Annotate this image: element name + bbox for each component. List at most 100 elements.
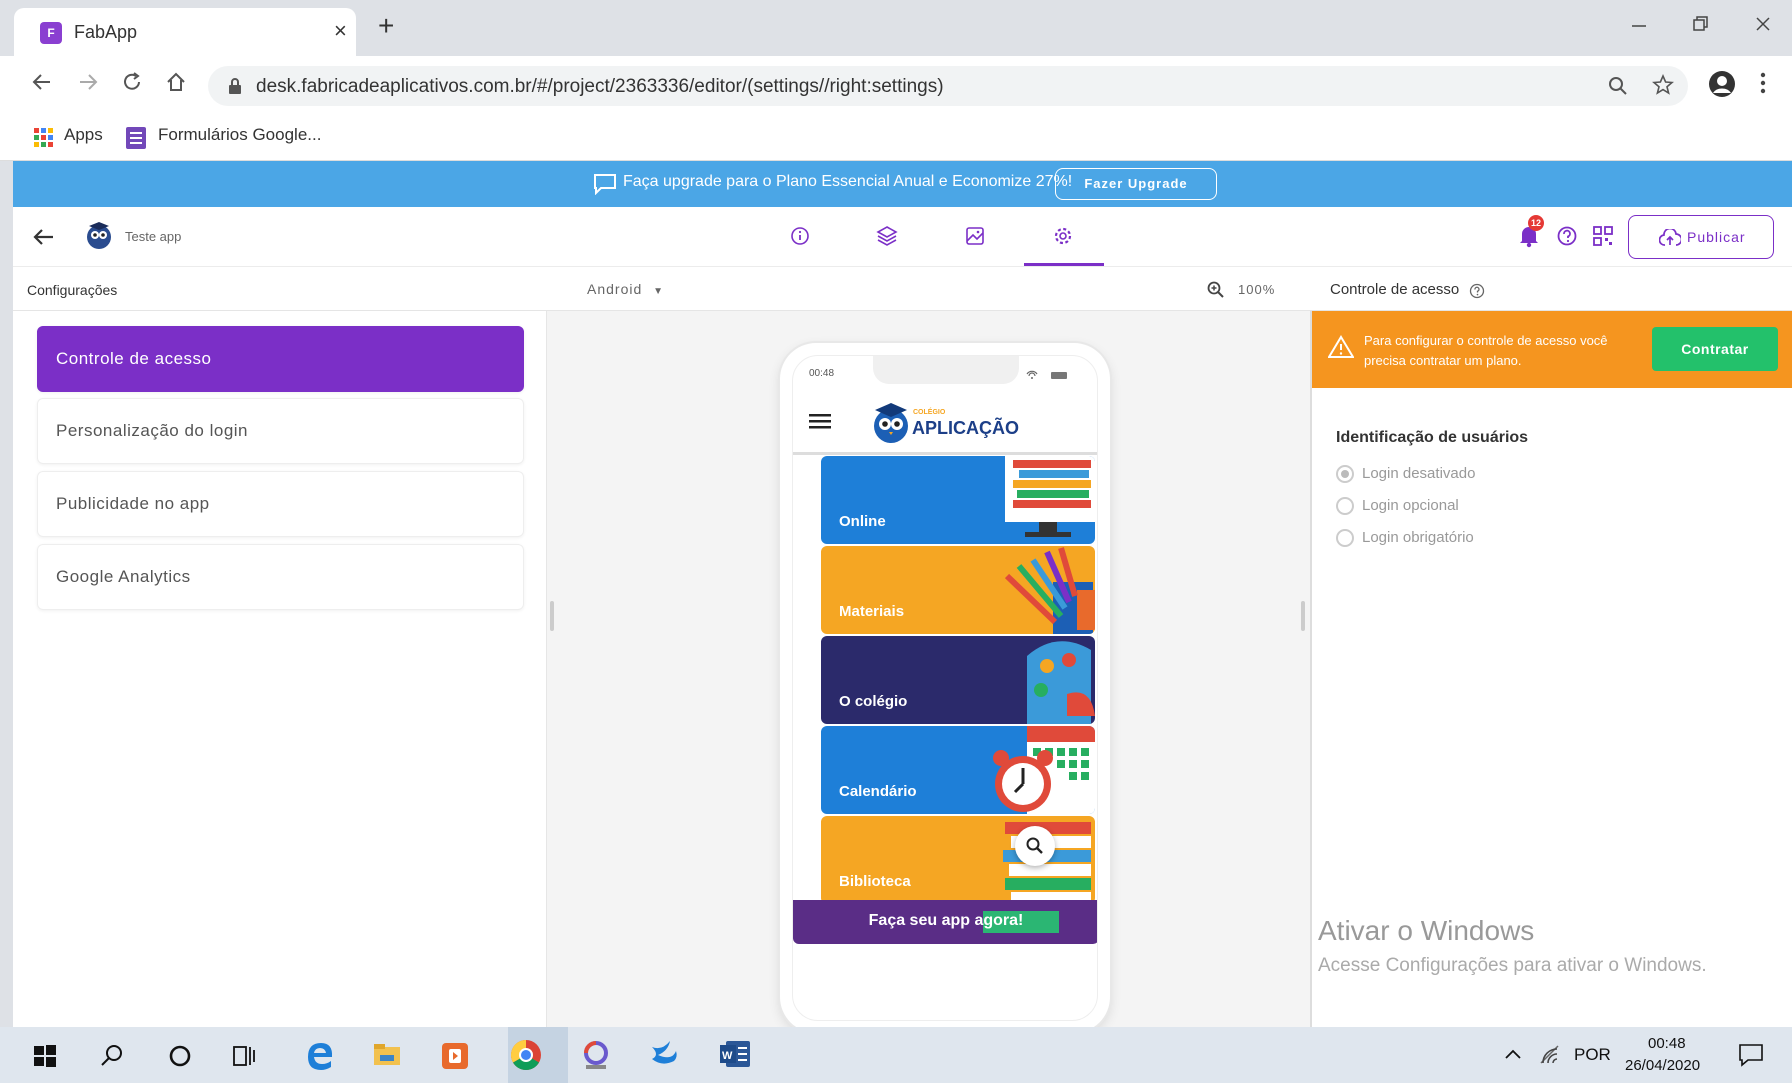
paint-palette-icon: [1017, 636, 1095, 724]
upgrade-button[interactable]: Fazer Upgrade: [1055, 168, 1217, 200]
chevron-up-icon[interactable]: [1504, 1047, 1522, 1061]
phone-preview: 00:48 COLÉGIO APLICAÇÃO Online Materiais…: [780, 343, 1110, 1027]
restore-icon[interactable]: [1692, 14, 1710, 34]
help-icon[interactable]: [1556, 225, 1578, 247]
task-view-icon[interactable]: [232, 1044, 258, 1068]
settings-gear-icon[interactable]: [1052, 225, 1074, 247]
cortana-icon[interactable]: [168, 1044, 192, 1068]
swift-app-icon[interactable]: [648, 1037, 680, 1071]
bookmark-star-icon[interactable]: [1652, 74, 1674, 96]
zoom-level: 100%: [1238, 282, 1276, 297]
menu-item-access-control[interactable]: Controle de acesso: [37, 326, 524, 392]
apps-grid-icon: [34, 128, 54, 148]
upgrade-banner: Faça upgrade para o Plano Essencial Anua…: [13, 161, 1792, 207]
forward-icon[interactable]: [76, 70, 100, 94]
phone-notch: [873, 356, 1019, 384]
browser-tab[interactable]: F FabApp ×: [14, 8, 356, 56]
file-explorer-icon[interactable]: [372, 1041, 402, 1069]
address-bar-row: desk.fabricadeaplicativos.com.br/#/proje…: [0, 56, 1792, 115]
caret-down-icon: ▼: [653, 286, 665, 297]
contract-button[interactable]: Contratar: [1652, 327, 1778, 371]
image-icon[interactable]: [964, 225, 986, 247]
clock-date[interactable]: 26/04/2020: [1625, 1057, 1700, 1074]
edge-browser-icon[interactable]: [304, 1039, 336, 1071]
publish-button[interactable]: Publicar: [1628, 215, 1774, 259]
url-text[interactable]: desk.fabricadeaplicativos.com.br/#/proje…: [256, 76, 944, 98]
radio-icon-checked: [1336, 465, 1354, 483]
promo-footer[interactable]: Faça seu app agora!: [793, 900, 1097, 944]
chrome-icon[interactable]: [510, 1039, 542, 1071]
clock-time[interactable]: 00:48: [1648, 1035, 1686, 1052]
card-online[interactable]: Online: [821, 456, 1095, 544]
windows-taskbar: W POR 00:48 26/04/2020: [0, 1027, 1792, 1083]
card-school[interactable]: O colégio: [821, 636, 1095, 724]
new-tab-button[interactable]: +: [378, 12, 394, 40]
fabapp-favicon-icon: F: [40, 22, 62, 44]
plan-warning: Para configurar o controle de acesso voc…: [1312, 311, 1792, 388]
browser-menu-icon[interactable]: [1760, 72, 1766, 94]
resize-handle-right[interactable]: [1301, 601, 1305, 631]
radio-icon: [1336, 529, 1354, 547]
zoom-icon[interactable]: [1608, 76, 1628, 96]
user-identification-title: Identificação de usuários: [1336, 429, 1529, 446]
radio-label: Login desativado: [1362, 465, 1476, 482]
word-icon[interactable]: W: [718, 1039, 752, 1069]
logo-small-text: COLÉGIO: [913, 409, 946, 416]
card-calendar-label: Calendário: [839, 783, 917, 800]
card-school-label: O colégio: [839, 693, 908, 710]
profile-icon[interactable]: [1708, 70, 1736, 98]
layers-icon[interactable]: [875, 224, 899, 248]
qr-code-icon[interactable]: [1592, 225, 1614, 247]
minimize-icon[interactable]: [1630, 14, 1648, 34]
access-control-header: Controle de acesso: [1330, 281, 1460, 298]
app-avatar: [85, 221, 113, 251]
preview-canvas: 00:48 COLÉGIO APLICAÇÃO Online Materiais…: [547, 311, 1310, 1027]
search-taskbar-icon[interactable]: [100, 1043, 124, 1067]
hamburger-menu-icon[interactable]: [809, 412, 831, 430]
google-forms-icon: [126, 127, 146, 149]
pencils-icon: [999, 546, 1095, 634]
zoom-in-icon[interactable]: [1207, 281, 1225, 299]
language-indicator[interactable]: POR: [1574, 1045, 1611, 1065]
media-player-icon[interactable]: [440, 1041, 470, 1071]
home-icon[interactable]: [164, 70, 188, 94]
cloud-upload-icon: [1659, 229, 1681, 247]
radio-icon: [1336, 497, 1354, 515]
access-control-panel: Para configurar o controle de acesso voc…: [1310, 311, 1792, 1027]
card-library-label: Biblioteca: [839, 873, 911, 890]
alarm-clock-calendar-icon: [989, 726, 1095, 814]
card-library[interactable]: Biblioteca: [821, 816, 1095, 904]
app-loading-icon[interactable]: [580, 1039, 612, 1071]
phone-clock: 00:48: [809, 368, 835, 379]
back-arrow-icon[interactable]: [33, 227, 55, 247]
question-circle-icon[interactable]: [1469, 283, 1485, 299]
windows-start-icon[interactable]: [34, 1045, 56, 1067]
info-icon[interactable]: [789, 225, 811, 247]
bookmark-apps[interactable]: Apps: [64, 125, 103, 145]
header-divider: [793, 452, 1097, 455]
upgrade-text: Faça upgrade para o Plano Essencial Anua…: [623, 173, 1073, 190]
monitor-books-icon: [1003, 456, 1095, 544]
menu-item-login-customization[interactable]: Personalização do login: [37, 398, 524, 464]
notification-center-icon[interactable]: [1738, 1043, 1764, 1067]
editor-toolbar: Teste app 12 Publicar: [13, 207, 1792, 267]
omnibox[interactable]: desk.fabricadeaplicativos.com.br/#/proje…: [208, 66, 1688, 106]
menu-item-advertising[interactable]: Publicidade no app: [37, 471, 524, 537]
bookmark-google-forms[interactable]: Formulários Google...: [158, 125, 321, 145]
chat-bubble-icon: [593, 173, 617, 195]
card-materials[interactable]: Materiais: [821, 546, 1095, 634]
resize-handle-left[interactable]: [550, 601, 554, 631]
panel-headers: Configurações Android ▼ 100% Controle de…: [13, 267, 1792, 311]
wifi-icon[interactable]: [1538, 1043, 1560, 1065]
search-icon: [1026, 837, 1044, 855]
platform-select[interactable]: Android ▼: [587, 281, 664, 297]
phone-screen: 00:48 COLÉGIO APLICAÇÃO Online Materiais…: [792, 355, 1098, 1021]
search-fab[interactable]: [1015, 826, 1055, 866]
tab-close-icon[interactable]: ×: [334, 18, 347, 44]
card-calendar[interactable]: Calendário: [821, 726, 1095, 814]
close-window-icon[interactable]: [1754, 14, 1772, 34]
reload-icon[interactable]: [120, 70, 144, 94]
back-icon[interactable]: [30, 70, 54, 94]
browser-tab-strip: F FabApp × +: [0, 0, 1792, 56]
menu-item-google-analytics[interactable]: Google Analytics: [37, 544, 524, 610]
